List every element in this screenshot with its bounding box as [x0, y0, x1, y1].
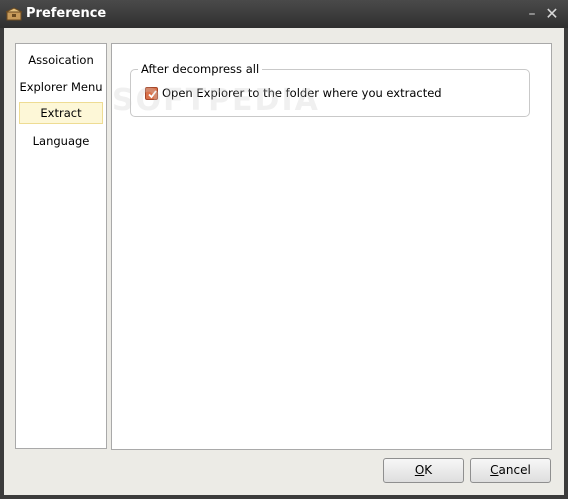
cancel-button[interactable]: Cancel — [470, 458, 551, 483]
sidebar-item-extract[interactable]: Extract — [19, 102, 103, 124]
category-list: Assoication Explorer Menu Extract Langua… — [15, 43, 107, 449]
open-explorer-checkbox[interactable] — [145, 87, 158, 100]
settings-panel: After decompress all Open Explorer to th… — [111, 43, 552, 450]
open-explorer-label[interactable]: Open Explorer to the folder where you ex… — [162, 86, 442, 100]
ok-button[interactable]: OK — [383, 458, 464, 483]
dialog-client-area: Assoication Explorer Menu Extract Langua… — [4, 28, 564, 495]
after-decompress-group: After decompress all Open Explorer to th… — [130, 62, 530, 117]
title-bar[interactable]: Preference – ✕ — [0, 0, 568, 28]
close-button[interactable]: ✕ — [543, 5, 561, 23]
preference-window: Preference – ✕ Assoication Explorer Menu… — [0, 0, 568, 499]
sidebar-item-language[interactable]: Language — [19, 130, 103, 152]
minimize-button[interactable]: – — [523, 5, 541, 23]
checkmark-icon — [148, 90, 157, 99]
sidebar-item-assoication[interactable]: Assoication — [19, 49, 103, 71]
sidebar-item-explorer-menu[interactable]: Explorer Menu — [19, 76, 103, 98]
group-title: After decompress all — [138, 62, 263, 76]
archive-icon — [5, 6, 23, 22]
window-title: Preference — [26, 6, 107, 21]
